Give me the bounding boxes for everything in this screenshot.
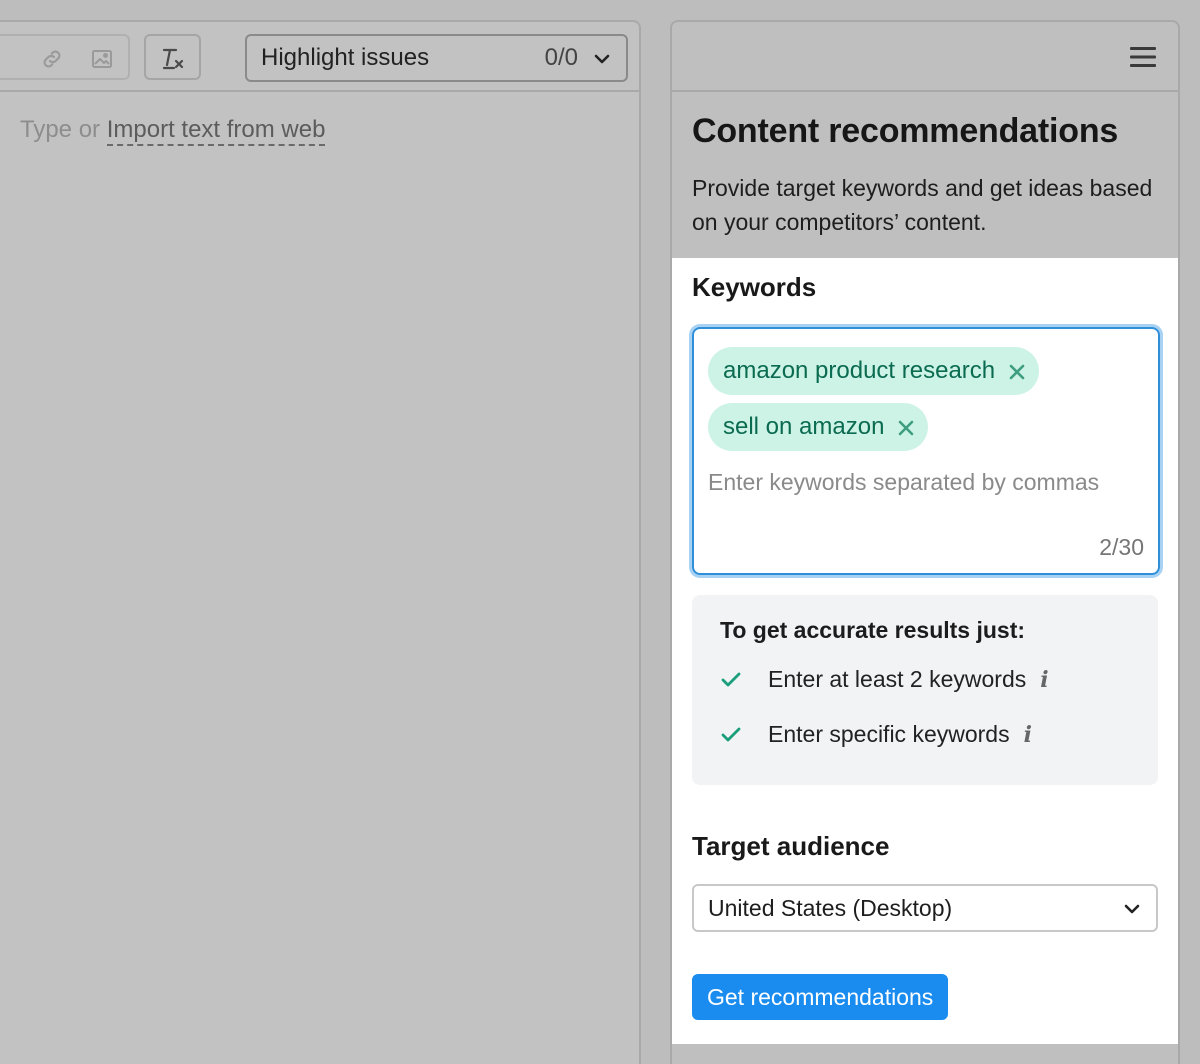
panel-intro: Content recommendations Provide target k… (672, 92, 1178, 258)
recommendations-panel: Content recommendations Provide target k… (670, 20, 1180, 1064)
keywords-input[interactable] (708, 465, 1148, 500)
clear-formatting-icon (160, 46, 186, 72)
import-text-link[interactable]: Import text from web (106, 116, 326, 146)
close-icon[interactable] (896, 417, 916, 437)
panel-header (672, 22, 1178, 92)
keyword-chip-label: sell on amazon (723, 413, 885, 440)
target-audience-select[interactable]: United States (Desktop) (692, 884, 1158, 932)
keyword-chip: amazon product research (708, 347, 1040, 395)
editor-pane: Highlight issues 0/0 Type or Import text… (0, 20, 641, 1064)
target-audience-title: Target audience (692, 831, 890, 861)
keyword-chip-label: amazon product research (723, 357, 996, 384)
editor-toolbar: Highlight issues 0/0 (0, 22, 639, 92)
image-icon[interactable] (90, 47, 114, 71)
chevron-down-icon (1122, 898, 1142, 918)
tip-text: Enter specific keywords (768, 721, 1010, 747)
panel-description: Provide target keywords and get ideas ba… (692, 175, 1153, 235)
check-icon (720, 669, 742, 691)
chevron-down-icon (592, 48, 612, 68)
info-icon[interactable]: i (1024, 722, 1032, 748)
info-icon[interactable]: i (1040, 667, 1048, 693)
tips-title: To get accurate results just: (720, 617, 1026, 643)
keywords-input-box[interactable]: amazon product research sell on amazon 2… (692, 327, 1160, 575)
insert-tools-group (0, 34, 130, 80)
tip-item: Enter at least 2 keywords i (720, 666, 1130, 693)
keyword-chip: sell on amazon (708, 403, 929, 451)
tip-text: Enter at least 2 keywords (768, 666, 1027, 692)
keywords-counter: 2/30 (1099, 534, 1144, 560)
hamburger-menu-icon[interactable] (1130, 46, 1156, 68)
get-recommendations-button[interactable]: Get recommendations (692, 974, 949, 1020)
selected-audience: United States (Desktop) (708, 894, 953, 921)
panel-form: Keywords amazon product research sell on… (672, 258, 1178, 1044)
check-icon (720, 724, 742, 746)
editor-placeholder[interactable]: Type or Import text from web (20, 116, 326, 146)
close-icon[interactable] (1007, 361, 1027, 381)
link-icon[interactable] (40, 47, 64, 71)
highlight-issues-label: Highlight issues (261, 44, 430, 71)
panel-title: Content recommendations (692, 112, 1119, 150)
highlight-issues-dropdown[interactable]: Highlight issues 0/0 (245, 34, 628, 82)
issues-count: 0/0 (544, 44, 578, 71)
tips-box: To get accurate results just: Enter at l… (692, 595, 1158, 785)
tip-item: Enter specific keywords i (720, 721, 1130, 748)
clear-formatting-button[interactable] (144, 34, 201, 80)
keywords-title: Keywords (692, 272, 817, 302)
placeholder-prefix: Type or (20, 116, 101, 143)
